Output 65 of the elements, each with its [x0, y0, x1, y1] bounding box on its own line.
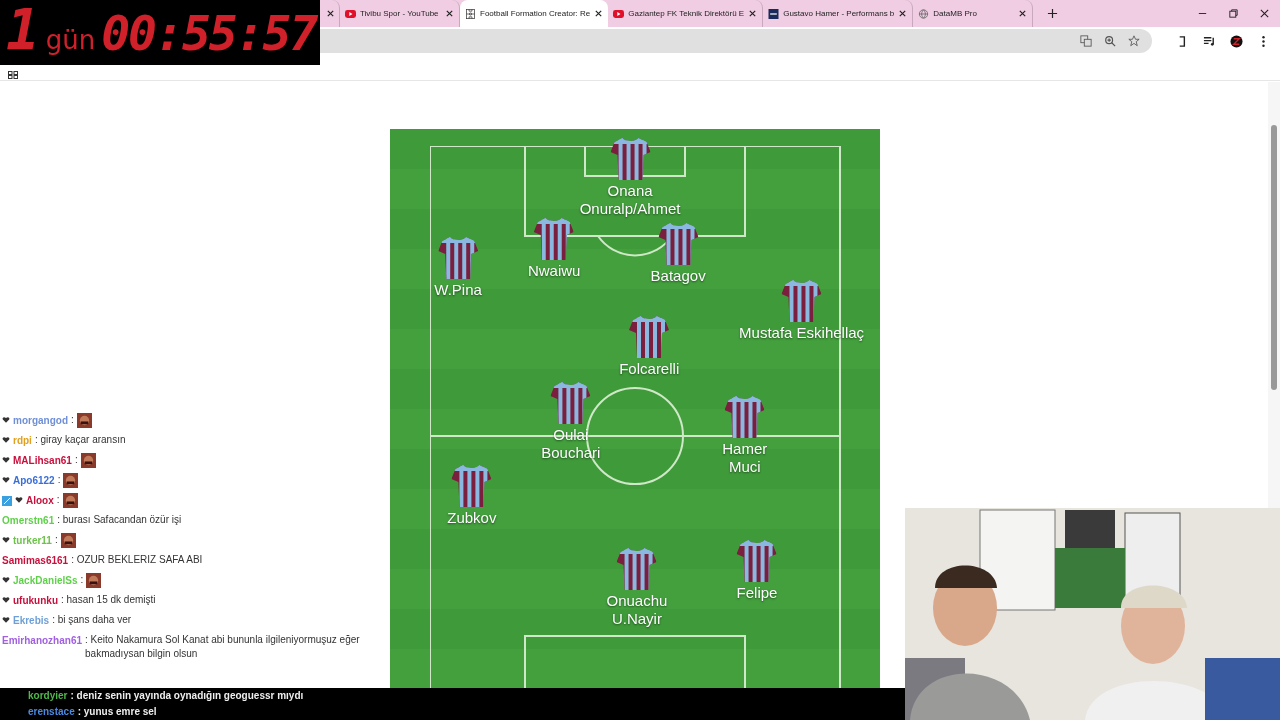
- chat-text: : burası Safacandan özür işi: [57, 513, 182, 527]
- profile-avatar-icon[interactable]: [1230, 34, 1243, 48]
- chat-username: kordyier: [28, 689, 68, 703]
- player-name: W.Pina: [434, 280, 482, 299]
- close-icon[interactable]: [748, 9, 758, 18]
- chat-text: : bi şans daha ver: [52, 613, 132, 627]
- chat-text: : giray kaçar aransın: [34, 433, 126, 447]
- player-name: U.Nayir: [611, 610, 662, 629]
- chat-username: Aloox: [26, 494, 54, 508]
- player-name: Onana: [607, 182, 653, 201]
- close-icon[interactable]: [445, 9, 454, 18]
- close-icon[interactable]: [594, 9, 604, 18]
- video-icon: [345, 8, 356, 19]
- chat-text: :: [71, 413, 74, 427]
- player-name: Felipe: [736, 583, 778, 602]
- chat-text: : deniz senin yayında oynadığın geoguessr mıydı: [70, 689, 304, 703]
- new-tab-icon[interactable]: [1047, 8, 1059, 19]
- chat-username: Omerstn61: [2, 514, 55, 528]
- chat-username: turker11: [13, 534, 52, 548]
- star-icon[interactable]: [1128, 35, 1140, 47]
- player-name: Folcarelli: [619, 359, 680, 378]
- player-name: Muci: [728, 457, 761, 476]
- chat-username: ufukunku: [13, 594, 58, 608]
- translate-icon[interactable]: [1080, 35, 1092, 47]
- chat-username: erenstace: [28, 705, 75, 719]
- video-icon: [613, 8, 625, 19]
- chat-text: :: [56, 493, 60, 507]
- chat-username: Samimas6161: [2, 554, 69, 568]
- chat-username: Ekrebis: [13, 614, 50, 628]
- chat-username: Emirhanozhan61: [2, 634, 83, 648]
- chat-text: : OZUR BEKLERIZ SAFA ABI: [71, 553, 203, 567]
- player-name: Onuralp/Ahmet: [579, 200, 681, 219]
- chat-username: MALihsan61: [13, 454, 72, 468]
- timer-unit: gün: [45, 25, 96, 55]
- timer-days: 1: [6, 3, 40, 59]
- browser-tab[interactable]: Football Formation Creator: Re: [460, 0, 609, 27]
- chat-text: : Keito Nakamura Sol Kanat abi bununla ilgileniyormuşuz eğer bakmadıysan bilgin olsun: [85, 633, 361, 661]
- chat-username: rdpi: [13, 434, 32, 448]
- player-name: Nwaiwu: [527, 261, 581, 280]
- player-name: Onuachu: [606, 592, 668, 611]
- restore-icon[interactable]: [1228, 8, 1239, 19]
- chat-username: JackDanielSs: [13, 574, 78, 588]
- player-name: Zubkov: [447, 509, 497, 528]
- site-icon: [768, 8, 780, 19]
- timer-clock: 00:55:57: [101, 7, 317, 59]
- close-icon[interactable]: [1018, 9, 1028, 18]
- chat-username: morgangod: [13, 414, 68, 428]
- player-name: Hamer: [722, 439, 768, 458]
- player-name: Batagov: [650, 266, 706, 285]
- chat-username: Apo6122: [13, 474, 55, 488]
- zoom-icon[interactable]: [1104, 35, 1116, 47]
- apps-icon[interactable]: [8, 71, 18, 79]
- chat-text: : hasan 15 dk demişti: [61, 593, 156, 607]
- close-icon[interactable]: [326, 9, 335, 18]
- close-icon[interactable]: [898, 9, 908, 18]
- scrollbar-thumb[interactable]: [1271, 125, 1277, 390]
- globe-icon: [918, 8, 930, 19]
- chat-text: :: [57, 473, 61, 487]
- chat-text: :: [54, 533, 58, 547]
- pitch-icon: [465, 8, 476, 19]
- chat-text: :: [74, 453, 78, 467]
- chat-text: :: [80, 573, 84, 587]
- media-icon[interactable]: [1203, 34, 1216, 48]
- close-icon[interactable]: [1259, 8, 1270, 19]
- chat-text: : yunus emre sel: [77, 705, 157, 719]
